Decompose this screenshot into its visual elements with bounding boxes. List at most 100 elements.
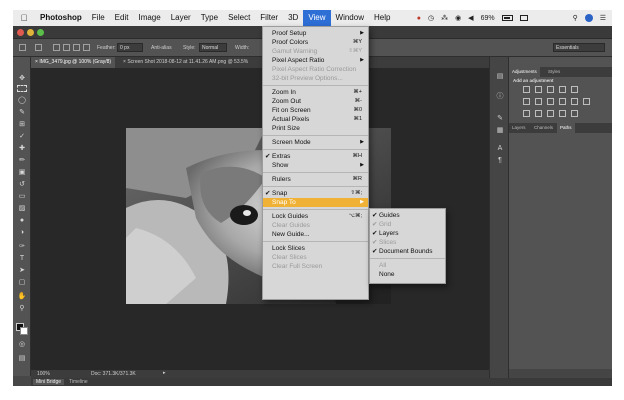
view-menu-snap[interactable]: ✔ Snap ⇧⌘; — [263, 189, 368, 198]
lasso-tool-icon[interactable]: ◯ — [17, 97, 27, 105]
view-menu-zoom-out[interactable]: Zoom Out ⌘- — [263, 97, 368, 106]
creative-cloud-icon[interactable]: ● — [417, 15, 421, 22]
levels-icon[interactable] — [535, 86, 542, 93]
snap-to-layers[interactable]: ✔ Layers — [370, 229, 445, 238]
menu-window[interactable]: Window — [331, 10, 369, 26]
view-menu-actual-pixels[interactable]: Actual Pixels ⌘1 — [263, 115, 368, 124]
notification-icon[interactable]: ☰ — [600, 14, 606, 22]
tab-paths[interactable]: Paths — [557, 123, 575, 133]
snap-to-none[interactable]: None — [370, 270, 445, 279]
healing-brush-tool-icon[interactable]: ✚ — [17, 145, 27, 153]
pen-tool-icon[interactable]: ✑ — [17, 243, 27, 251]
clock-icon[interactable]: ◷ — [428, 14, 434, 22]
history-panel-icon[interactable]: ▤ — [495, 73, 505, 81]
gradient-tool-icon[interactable]: ▨ — [17, 205, 27, 213]
tab-screen-shot[interactable]: × Screen Shot 2018-08-12 at 11.41.26 AM.… — [119, 57, 252, 68]
character-panel-icon[interactable]: A — [495, 145, 505, 153]
brush-panel-icon[interactable]: ✎ — [495, 115, 505, 123]
type-tool-icon[interactable]: T — [17, 255, 27, 263]
background-color-swatch[interactable] — [20, 327, 28, 335]
home-icon[interactable] — [19, 44, 26, 51]
brush-tool-icon[interactable]: ✏ — [17, 157, 27, 165]
color-balance-icon[interactable] — [535, 98, 542, 105]
new-selection-icon[interactable] — [53, 44, 60, 51]
eraser-tool-icon[interactable]: ▭ — [17, 193, 27, 201]
view-menu-new-guide[interactable]: New Guide... — [263, 230, 368, 239]
view-menu-zoom-in[interactable]: Zoom In ⌘+ — [263, 88, 368, 97]
brush-presets-icon[interactable]: ▦ — [495, 127, 505, 135]
color-lookup-icon[interactable] — [583, 98, 590, 105]
threshold-icon[interactable] — [547, 110, 554, 117]
view-menu-lock-guides[interactable]: Lock Guides ⌥⌘; — [263, 212, 368, 221]
snap-to-guides[interactable]: ✔ Guides — [370, 211, 445, 220]
history-brush-tool-icon[interactable]: ↺ — [17, 181, 27, 189]
user-icon[interactable] — [584, 14, 593, 22]
tab-channels[interactable]: Channels — [531, 123, 556, 133]
invert-icon[interactable] — [523, 110, 530, 117]
shape-tool-icon[interactable]: ▢ — [17, 279, 27, 287]
view-menu-proof-colors[interactable]: Proof Colors ⌘Y — [263, 38, 368, 47]
battery-icon[interactable] — [501, 15, 513, 21]
posterize-icon[interactable] — [535, 110, 542, 117]
subtract-selection-icon[interactable] — [73, 44, 80, 51]
menu-file[interactable]: File — [87, 10, 110, 26]
menu-filter[interactable]: Filter — [255, 10, 283, 26]
curves-icon[interactable] — [547, 86, 554, 93]
minimize-window-button[interactable] — [27, 29, 34, 36]
zoom-window-button[interactable] — [37, 29, 44, 36]
view-menu-extras[interactable]: ✔ Extras ⌘H — [263, 152, 368, 161]
marquee-tool-preset-icon[interactable] — [35, 44, 42, 51]
antialias-checkbox[interactable]: Anti-alias — [151, 45, 172, 51]
menu-photoshop[interactable]: Photoshop — [35, 10, 87, 26]
menu-edit[interactable]: Edit — [110, 10, 134, 26]
workspace-select[interactable]: Essentials — [553, 43, 605, 52]
view-menu-lock-slices[interactable]: Lock Slices — [263, 244, 368, 253]
tab-timeline[interactable]: Timeline — [69, 379, 88, 385]
tab-adjustments[interactable]: Adjustments — [509, 67, 540, 77]
wifi-icon[interactable]: ◉ — [455, 14, 461, 22]
black-white-icon[interactable] — [547, 98, 554, 105]
hue-saturation-icon[interactable] — [523, 98, 530, 105]
blur-tool-icon[interactable]: ● — [17, 217, 27, 225]
tab-layers[interactable]: Layers — [509, 123, 529, 133]
info-panel-icon[interactable]: ⓘ — [495, 93, 505, 101]
display-icon[interactable] — [519, 15, 528, 21]
menu-select[interactable]: Select — [223, 10, 255, 26]
view-menu-screen-mode[interactable]: Screen Mode ▶ — [263, 138, 368, 147]
view-menu-snap-to[interactable]: Snap To ▶ — [263, 198, 368, 207]
snap-to-document-bounds[interactable]: ✔ Document Bounds — [370, 247, 445, 256]
menu-help[interactable]: Help — [369, 10, 395, 26]
eyedropper-tool-icon[interactable]: ✓ — [17, 133, 27, 141]
selective-color-icon[interactable] — [571, 110, 578, 117]
tab-img-3479[interactable]: × IMG_3479.jpg @ 100% (Gray/8) — [31, 57, 116, 68]
path-selection-tool-icon[interactable]: ➤ — [17, 267, 27, 275]
screen-mode-icon[interactable]: ▤ — [17, 355, 27, 363]
hand-tool-icon[interactable]: ✋ — [17, 293, 27, 301]
tab-close-icon[interactable]: × — [123, 59, 126, 65]
photo-filter-icon[interactable] — [559, 98, 566, 105]
add-selection-icon[interactable] — [63, 44, 70, 51]
doc-size[interactable]: Doc: 371.3K/371.3K — [91, 371, 136, 377]
exposure-icon[interactable] — [559, 86, 566, 93]
menu-layer[interactable]: Layer — [166, 10, 196, 26]
view-menu-print-size[interactable]: Print Size — [263, 124, 368, 133]
tab-mini-bridge[interactable]: Mini Bridge — [33, 379, 65, 385]
menu-view[interactable]: View — [303, 10, 331, 26]
menu-type[interactable]: Type — [196, 10, 223, 26]
view-menu-proof-setup[interactable]: Proof Setup ▶ — [263, 29, 368, 38]
menu-image[interactable]: Image — [133, 10, 165, 26]
channel-mixer-icon[interactable] — [571, 98, 578, 105]
apple-icon[interactable]:  — [13, 13, 35, 23]
view-menu-rulers[interactable]: Rulers ⌘R — [263, 175, 368, 184]
tab-close-icon[interactable]: × — [35, 59, 38, 65]
style-select[interactable]: Normal — [199, 43, 227, 52]
view-menu-pixel-aspect-ratio[interactable]: Pixel Aspect Ratio ▶ — [263, 56, 368, 65]
intersect-selection-icon[interactable] — [83, 44, 90, 51]
close-window-button[interactable] — [17, 29, 24, 36]
tab-styles[interactable]: Styles — [545, 67, 563, 77]
crop-tool-icon[interactable]: ⊞ — [17, 121, 27, 129]
feather-input[interactable]: 0 px — [117, 43, 143, 52]
marquee-tool-icon[interactable] — [17, 85, 27, 92]
zoom-level[interactable]: 100% — [37, 371, 50, 377]
gradient-map-icon[interactable] — [559, 110, 566, 117]
